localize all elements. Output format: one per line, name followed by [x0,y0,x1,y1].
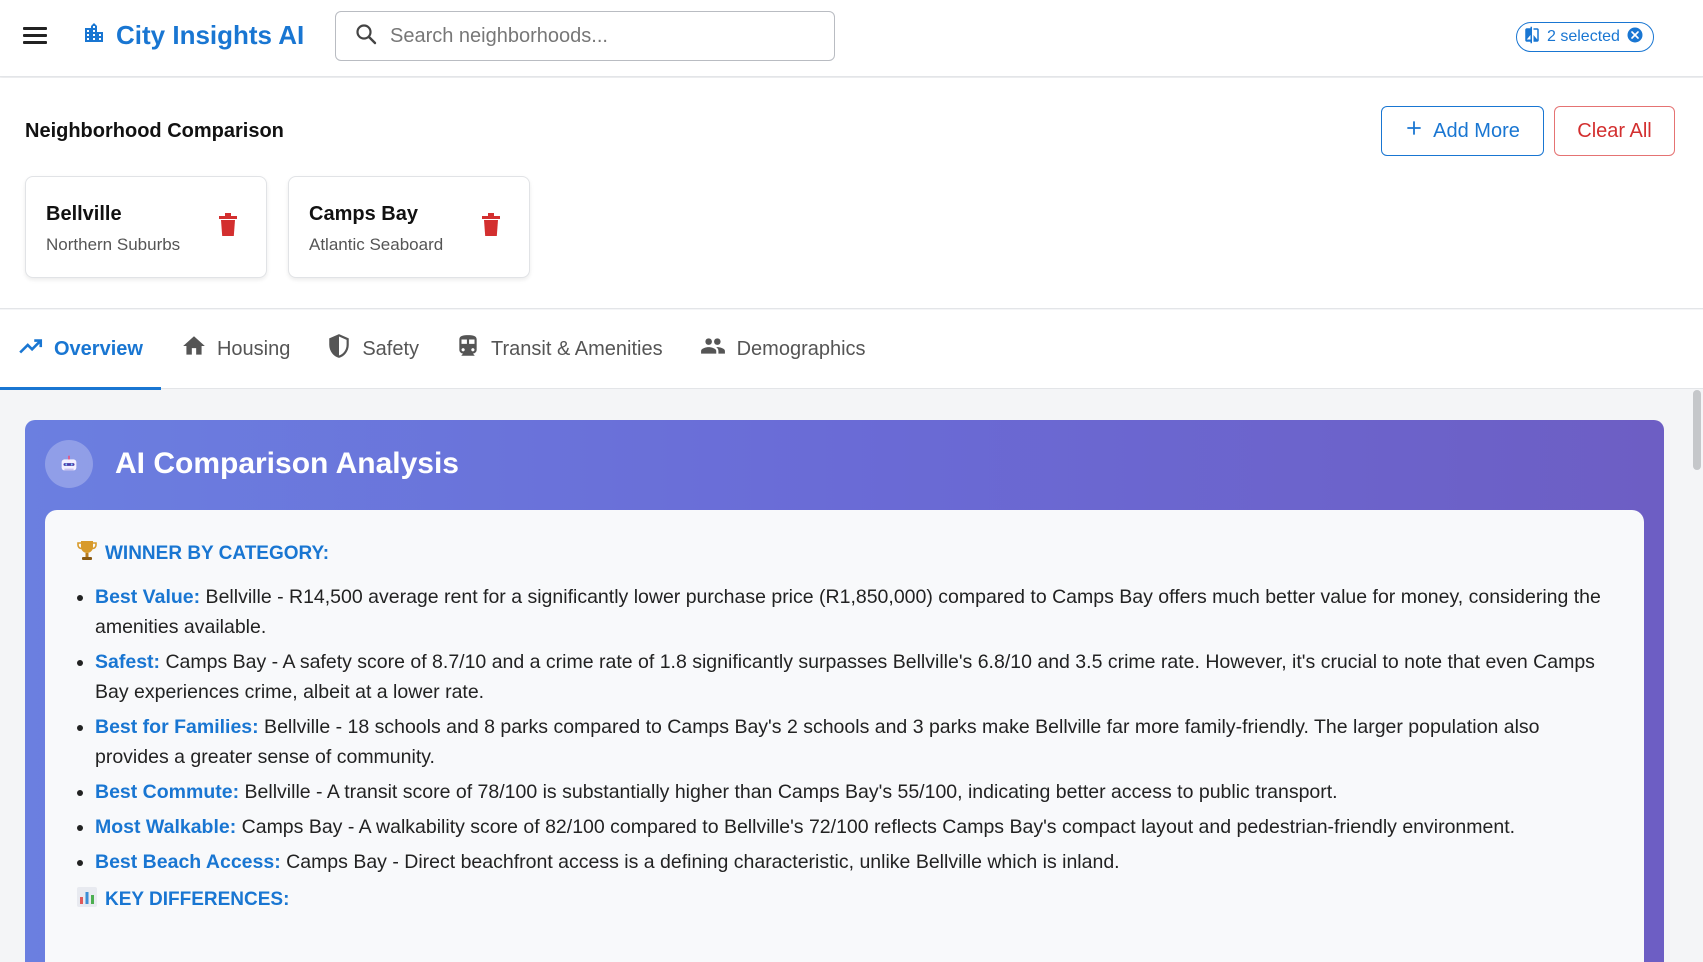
comparison-title: Neighborhood Comparison [25,120,284,142]
clear-all-button[interactable]: Clear All [1554,106,1675,156]
tab-overview[interactable]: Overview [0,310,161,390]
selected-count: 2 selected [1547,28,1620,45]
tab-label: Housing [216,337,291,360]
tab-label: Safety [362,337,420,360]
ai-card-title: AI Comparison Analysis [115,447,459,480]
winner-heading: WINNER BY CATEGORY: [77,540,1612,568]
chip-clear-icon[interactable] [1626,26,1644,49]
neighborhood-name: Camps Bay [309,203,418,225]
plus-icon [1405,119,1423,143]
neighborhood-card: Bellville Northern Suburbs [25,176,267,278]
category-text: Bellville - 18 schools and 8 parks compa… [95,716,1540,768]
list-item: Best Value: Bellville - R14,500 average … [77,582,1612,642]
category-text: Camps Bay - A safety score of 8.7/10 and… [95,651,1595,703]
search-box[interactable] [335,11,835,61]
bar-chart-icon [77,887,97,913]
tab-housing[interactable]: Housing [163,310,308,389]
brand[interactable]: City Insights AI [82,20,304,51]
comparison-panel: Neighborhood Comparison Add More Clear A… [0,78,1703,309]
category-label: Best Value: [95,586,201,608]
scrollbar-thumb[interactable] [1693,390,1701,470]
list-item: Best Beach Access: Camps Bay - Direct be… [77,847,1612,877]
list-item: Most Walkable: Camps Bay - A walkability… [77,812,1612,842]
search-icon [354,22,378,51]
differences-heading: KEY DIFFERENCES: [77,887,1612,913]
tab-demographics[interactable]: Demographics [681,310,884,389]
category-label: Best Commute: [95,781,240,803]
menu-icon[interactable] [20,24,50,48]
train-icon [455,333,481,365]
app-title: City Insights AI [116,20,305,50]
category-label: Safest: [95,651,161,673]
add-more-label: Add More [1433,119,1520,142]
selected-chip[interactable]: 2 selected [1516,22,1654,52]
delete-icon[interactable] [218,213,238,242]
neighborhood-card: Camps Bay Atlantic Seaboard [288,176,530,278]
home-icon [181,333,207,365]
compare-icon [1523,26,1541,49]
tab-label: Demographics [736,337,866,360]
category-text: Bellville - A transit score of 78/100 is… [239,781,1338,803]
winner-heading-label: WINNER BY CATEGORY: [105,543,330,564]
trending-up-icon [18,333,44,365]
list-item: Best for Families: Bellville - 18 school… [77,712,1612,772]
delete-icon[interactable] [481,213,501,242]
search-input[interactable] [390,24,810,48]
tab-bar: Overview Housing Safety Transit & Amenit… [0,310,1703,390]
neighborhood-name: Bellville [46,203,122,225]
tab-label: Transit & Amenities [491,337,663,360]
category-text: Bellville - R14,500 average rent for a s… [95,586,1601,638]
city-icon [82,21,106,50]
trophy-icon [77,540,97,568]
add-more-button[interactable]: Add More [1381,106,1544,156]
tab-transit-amenities[interactable]: Transit & Amenities [437,310,681,389]
tab-label: Overview [54,337,143,360]
ai-analysis-card: AI Comparison Analysis WINNER BY CATEGOR… [25,420,1664,962]
app-bar: City Insights AI 2 selected [0,0,1703,77]
category-label: Best for Families: [95,716,259,738]
neighborhood-area: Atlantic Seaboard [309,235,444,254]
neighborhood-area: Northern Suburbs [46,235,181,254]
ai-analysis-body: WINNER BY CATEGORY: Best Value: Bellvill… [45,510,1644,962]
differences-heading-label: KEY DIFFERENCES: [105,889,290,910]
ai-card-header: AI Comparison Analysis [45,440,459,488]
people-icon [699,333,727,365]
tab-safety[interactable]: Safety [308,310,437,389]
winner-list: Best Value: Bellville - R14,500 average … [77,582,1612,877]
category-text: Camps Bay - A walkability score of 82/10… [236,816,1516,838]
list-item: Safest: Camps Bay - A safety score of 8.… [77,647,1612,707]
category-label: Most Walkable: [95,816,237,838]
shield-icon [326,333,352,365]
robot-icon [45,440,93,488]
category-label: Best Beach Access: [95,851,281,873]
list-item: Best Commute: Bellville - A transit scor… [77,777,1612,807]
category-text: Camps Bay - Direct beachfront access is … [280,851,1120,873]
